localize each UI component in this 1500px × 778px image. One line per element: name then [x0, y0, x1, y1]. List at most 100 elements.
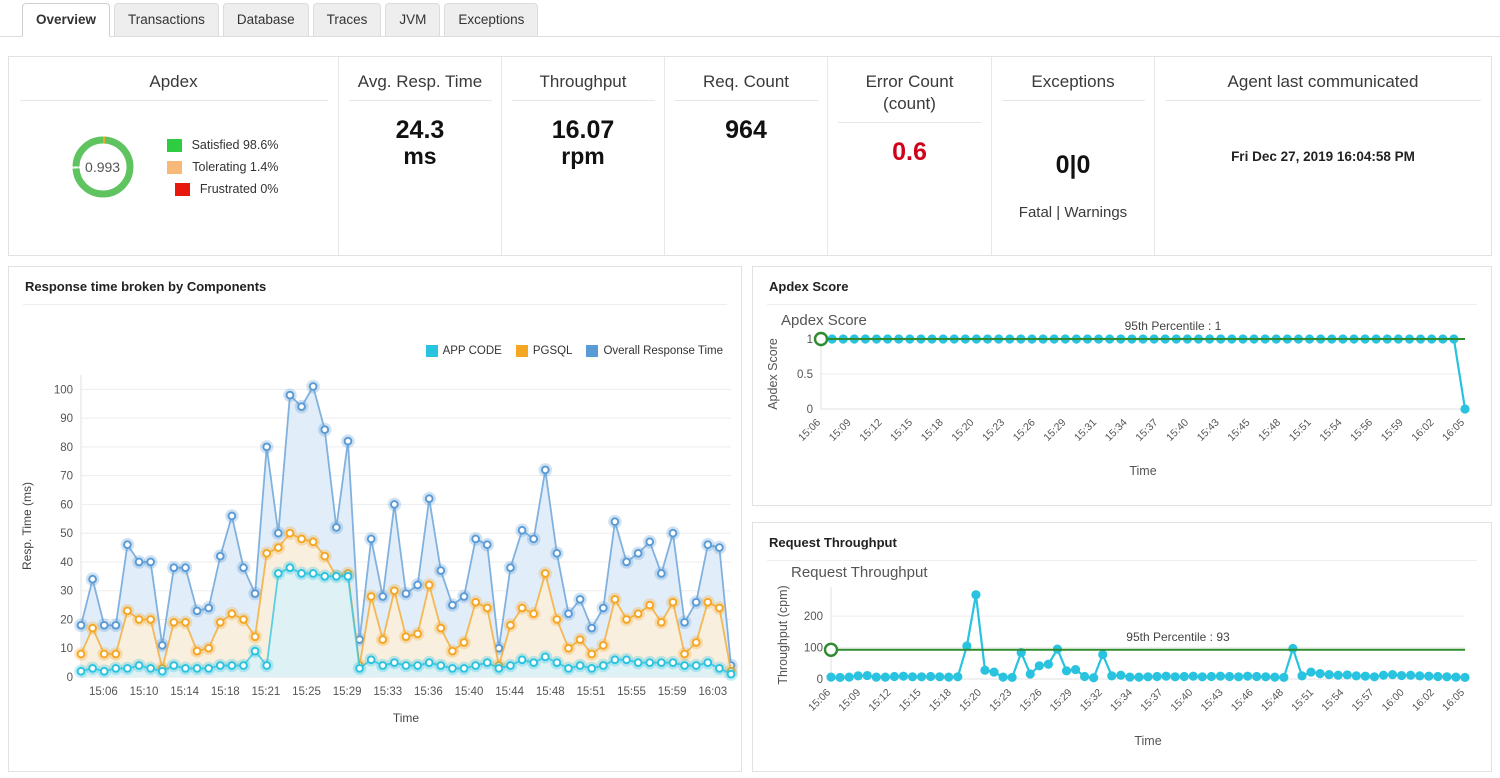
svg-text:15:29: 15:29: [1041, 417, 1068, 444]
app-code-color-swatch: [426, 345, 438, 357]
svg-text:Apdex Score: Apdex Score: [766, 338, 780, 410]
panel-apdex-score: Apdex Score Apdex Score00.5195th Percent…: [752, 266, 1492, 506]
kpi-req-count-title: Req. Count: [703, 71, 789, 93]
pgsql-color-swatch: [516, 345, 528, 357]
svg-text:15:25: 15:25: [292, 686, 321, 698]
svg-text:15:43: 15:43: [1199, 687, 1226, 714]
svg-text:15:18: 15:18: [919, 417, 946, 444]
svg-text:16:05: 16:05: [1440, 417, 1467, 444]
svg-text:15:06: 15:06: [796, 417, 823, 444]
svg-text:15:14: 15:14: [170, 686, 199, 698]
svg-text:90: 90: [60, 413, 73, 425]
kpi-agent-timestamp: Fri Dec 27, 2019 16:04:58 PM: [1231, 149, 1415, 164]
svg-text:15:37: 15:37: [1133, 417, 1160, 444]
svg-text:16:03: 16:03: [698, 686, 727, 698]
apdex-score-value: 0.993: [69, 133, 137, 201]
svg-text:16:02: 16:02: [1409, 417, 1436, 444]
kpi-exceptions-value: 0|0: [1056, 152, 1091, 178]
value-number: 16.07: [552, 116, 615, 144]
apdex-legend-label: Satisfied 98.6%: [192, 138, 279, 152]
svg-text:15:57: 15:57: [1349, 687, 1376, 714]
svg-text:15:26: 15:26: [1017, 687, 1044, 714]
tab-database[interactable]: Database: [223, 3, 309, 36]
kpi-error-count-subtitle: (count): [883, 93, 936, 115]
kpi-avg-resp-time: Avg. Resp. Time 24.3 ms: [339, 57, 502, 255]
apdex-legend-label: Tolerating 1.4%: [192, 160, 278, 174]
svg-text:15:18: 15:18: [927, 687, 954, 714]
svg-text:16:00: 16:00: [1380, 687, 1407, 714]
svg-text:15:12: 15:12: [866, 687, 893, 714]
kpi-apdex: Apdex 0.993 Satisfied 98.6% To: [9, 57, 339, 255]
svg-text:15:46: 15:46: [1229, 687, 1256, 714]
svg-text:15:23: 15:23: [987, 687, 1014, 714]
kpi-error-count-title: Error Count: [866, 71, 954, 93]
kpi-throughput: Throughput 16.07 rpm: [502, 57, 665, 255]
svg-text:15:15: 15:15: [888, 417, 915, 444]
apdex-gauge-area: 0.993 Satisfied 98.6% Tolerating 1.4% Fr…: [19, 101, 328, 255]
tab-transactions[interactable]: Transactions: [114, 3, 219, 36]
components-plot[interactable]: 010203040506070809010015:0615:1015:1415:…: [9, 359, 743, 769]
svg-text:15:43: 15:43: [1195, 417, 1222, 444]
apdex-legend: Satisfied 98.6% Tolerating 1.4% Frustrat…: [167, 134, 279, 200]
svg-text:Time: Time: [393, 711, 420, 725]
panel-title: Response time broken by Components: [9, 267, 741, 304]
legend-label: APP CODE: [443, 345, 502, 357]
kpi-apdex-title: Apdex: [149, 71, 197, 93]
svg-text:80: 80: [60, 442, 73, 454]
kpi-req-count-value: 964: [725, 117, 767, 143]
svg-text:70: 70: [60, 471, 73, 483]
svg-text:15:29: 15:29: [333, 686, 362, 698]
svg-text:15:09: 15:09: [827, 417, 854, 444]
legend-label: PGSQL: [533, 345, 573, 357]
svg-text:15:40: 15:40: [1168, 687, 1195, 714]
tab-label: JVM: [399, 12, 426, 27]
satisfied-color-swatch: [167, 139, 182, 152]
kpi-exceptions: Exceptions 0|0 Fatal | Warnings: [992, 57, 1155, 255]
svg-text:15:21: 15:21: [251, 686, 280, 698]
kpi-error-count: Error Count (count) 0.6: [828, 57, 992, 255]
svg-text:15:23: 15:23: [980, 417, 1007, 444]
kpi-throughput-value: 16.07 rpm: [552, 117, 615, 169]
legend-item-pgsql[interactable]: PGSQL: [516, 345, 573, 357]
value-unit: ms: [396, 143, 445, 169]
kpi-agent-title: Agent last communicated: [1228, 71, 1419, 93]
svg-text:15:10: 15:10: [130, 686, 159, 698]
svg-text:15:37: 15:37: [1138, 687, 1165, 714]
kpi-exceptions-title: Exceptions: [1031, 71, 1114, 93]
svg-text:15:32: 15:32: [1078, 687, 1105, 714]
svg-text:15:48: 15:48: [1259, 687, 1286, 714]
svg-text:15:51: 15:51: [1287, 417, 1314, 444]
tab-bar: Overview Transactions Database Traces JV…: [0, 0, 1500, 37]
svg-text:50: 50: [60, 528, 73, 540]
svg-text:30: 30: [60, 586, 73, 598]
kpi-req-count: Req. Count 964: [665, 57, 828, 255]
tab-label: Overview: [36, 12, 96, 27]
tab-label: Transactions: [128, 12, 205, 27]
svg-text:200: 200: [804, 611, 823, 623]
svg-text:Resp. Time (ms): Resp. Time (ms): [20, 482, 34, 570]
panel-request-throughput: Request Throughput Request Throughput010…: [752, 522, 1492, 772]
apdex-score-plot[interactable]: Apdex Score00.5195th Percentile : 115:06…: [753, 313, 1493, 505]
svg-text:15:15: 15:15: [897, 687, 924, 714]
svg-text:15:29: 15:29: [1048, 687, 1075, 714]
value-number: 24.3: [396, 116, 445, 144]
apdex-legend-item-frustrated: Frustrated 0%: [167, 178, 279, 200]
legend-item-overall-response-time[interactable]: Overall Response Time: [586, 345, 723, 357]
legend-item-app-code[interactable]: APP CODE: [426, 345, 502, 357]
svg-text:15:40: 15:40: [1164, 417, 1191, 444]
tab-exceptions[interactable]: Exceptions: [444, 3, 538, 36]
tab-label: Traces: [327, 12, 368, 27]
svg-text:10: 10: [60, 643, 73, 655]
apdex-legend-label: Frustrated 0%: [200, 182, 279, 196]
tab-overview[interactable]: Overview: [22, 3, 110, 36]
svg-text:15:48: 15:48: [536, 686, 565, 698]
tab-jvm[interactable]: JVM: [385, 3, 440, 36]
kpi-summary-bar: Apdex 0.993 Satisfied 98.6% To: [8, 56, 1492, 256]
svg-text:15:54: 15:54: [1319, 687, 1346, 714]
apdex-legend-item-satisfied: Satisfied 98.6%: [167, 134, 279, 156]
svg-text:15:51: 15:51: [576, 686, 605, 698]
svg-text:15:45: 15:45: [1225, 417, 1252, 444]
tab-traces[interactable]: Traces: [313, 3, 382, 36]
request-throughput-plot[interactable]: Request Throughput010020095th Percentile…: [753, 569, 1493, 771]
svg-text:Time: Time: [1134, 734, 1161, 748]
